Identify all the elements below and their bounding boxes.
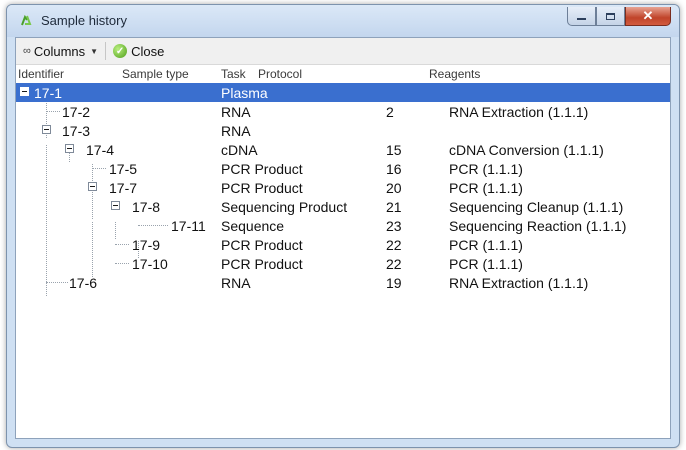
row-protocol: RNA Extraction (1.1.1) <box>449 275 589 291</box>
window-title: Sample history <box>41 13 127 28</box>
row-sample-type: RNA <box>221 123 251 139</box>
row-protocol: PCR (1.1.1) <box>449 256 523 272</box>
close-window-button[interactable]: ✕ <box>625 7 671 26</box>
row-sample-type: RNA <box>221 104 251 120</box>
minimize-icon <box>568 7 595 25</box>
table-row[interactable]: 17-3 RNA <box>16 121 670 140</box>
row-sample-type: PCR Product <box>221 256 303 272</box>
table-row[interactable]: 17-7 PCR Product 20 PCR (1.1.1) <box>16 178 670 197</box>
row-task: 21 <box>386 199 402 215</box>
close-icon: ✕ <box>642 8 654 23</box>
table-row[interactable]: 17-8 Sequencing Product 21 Sequencing Cl… <box>16 197 670 216</box>
row-sample-type: Sequencing Product <box>221 199 348 215</box>
row-identifier: 17-1 <box>34 85 63 101</box>
row-protocol: cDNA Conversion (1.1.1) <box>449 142 604 158</box>
row-protocol: Sequencing Reaction (1.1.1) <box>449 218 627 234</box>
close-label: Close <box>131 43 165 59</box>
row-task: 22 <box>386 256 402 272</box>
row-protocol: PCR (1.1.1) <box>449 180 523 196</box>
table-row[interactable]: 17-6 RNA 19 RNA Extraction (1.1.1) <box>16 273 670 292</box>
column-header-reagents[interactable]: Reagents <box>429 67 480 81</box>
row-protocol: Sequencing Cleanup (1.1.1) <box>449 199 624 215</box>
row-identifier: 17-6 <box>69 275 98 291</box>
row-sample-type: cDNA <box>221 142 258 158</box>
table-row[interactable]: 17-2 RNA 2 RNA Extraction (1.1.1) <box>16 102 670 121</box>
row-identifier: 17-11 <box>171 218 206 234</box>
row-task: 23 <box>386 218 402 234</box>
maximize-icon <box>597 7 624 25</box>
row-sample-type: PCR Product <box>221 180 303 196</box>
checkmark-circle-icon: ✓ <box>113 44 128 58</box>
row-identifier: 17-3 <box>62 123 91 139</box>
sample-history-window: Sample history ✕ ∞ Columns ▼ ✓ Close Ide… <box>6 4 680 448</box>
recycle-arrows-icon <box>21 14 32 26</box>
row-sample-type: Plasma <box>221 85 268 101</box>
columns-menu-button[interactable]: ∞ Columns ▼ <box>20 40 101 62</box>
row-task: 19 <box>386 275 402 291</box>
column-header-row: Identifier Sample type Task Protocol Rea… <box>16 65 670 83</box>
column-header-identifier[interactable]: Identifier <box>18 67 64 81</box>
row-identifier: 17-8 <box>132 199 161 215</box>
table-row[interactable]: 17-11 Sequence 23 Sequencing Reaction (1… <box>16 216 670 235</box>
table-row[interactable]: 17-9 PCR Product 22 PCR (1.1.1) <box>16 235 670 254</box>
chevron-down-icon: ▼ <box>90 46 99 56</box>
column-header-protocol[interactable]: Protocol <box>258 67 302 81</box>
row-task: 20 <box>386 180 402 196</box>
row-identifier: 17-5 <box>109 161 138 177</box>
row-task: 16 <box>386 161 402 177</box>
sample-tree-list[interactable]: Identifier Sample type Task Protocol Rea… <box>16 65 670 438</box>
collapse-icon[interactable] <box>65 144 74 153</box>
client-area: ∞ Columns ▼ ✓ Close Identifier Sample ty… <box>15 37 671 439</box>
toolbar-separator <box>105 42 107 60</box>
row-identifier: 17-10 <box>132 256 168 272</box>
row-task: 2 <box>386 104 394 120</box>
column-header-sample-type[interactable]: Sample type <box>122 67 189 81</box>
table-row[interactable]: 17-1 Plasma <box>16 83 670 102</box>
collapse-icon[interactable] <box>111 201 120 210</box>
window-controls: ✕ <box>567 7 671 27</box>
maximize-button[interactable] <box>596 7 625 26</box>
collapse-icon[interactable] <box>88 182 97 191</box>
columns-label: Columns <box>33 43 86 59</box>
row-identifier: 17-2 <box>62 104 91 120</box>
row-identifier: 17-4 <box>86 142 115 158</box>
minimize-button[interactable] <box>567 7 596 26</box>
table-row[interactable]: 17-5 PCR Product 16 PCR (1.1.1) <box>16 159 670 178</box>
title-bar[interactable]: Sample history ✕ <box>7 5 679 37</box>
close-button[interactable]: ✓ Close <box>110 40 167 62</box>
collapse-icon[interactable] <box>20 87 29 96</box>
row-sample-type: PCR Product <box>221 161 303 177</box>
table-row[interactable]: 17-4 cDNA 15 cDNA Conversion (1.1.1) <box>16 140 670 159</box>
glasses-icon: ∞ <box>23 45 31 57</box>
row-protocol: PCR (1.1.1) <box>449 161 523 177</box>
collapse-icon[interactable] <box>42 125 51 134</box>
table-row[interactable]: 17-10 PCR Product 22 PCR (1.1.1) <box>16 254 670 273</box>
column-header-task[interactable]: Task <box>221 67 246 81</box>
row-identifier: 17-7 <box>109 180 138 196</box>
row-sample-type: RNA <box>221 275 251 291</box>
toolbar: ∞ Columns ▼ ✓ Close <box>16 38 670 65</box>
row-task: 22 <box>386 237 402 253</box>
row-protocol: PCR (1.1.1) <box>449 237 523 253</box>
row-identifier: 17-9 <box>132 237 161 253</box>
row-protocol: RNA Extraction (1.1.1) <box>449 104 589 120</box>
row-sample-type: PCR Product <box>221 237 303 253</box>
row-sample-type: Sequence <box>221 218 285 234</box>
row-task: 15 <box>386 142 402 158</box>
